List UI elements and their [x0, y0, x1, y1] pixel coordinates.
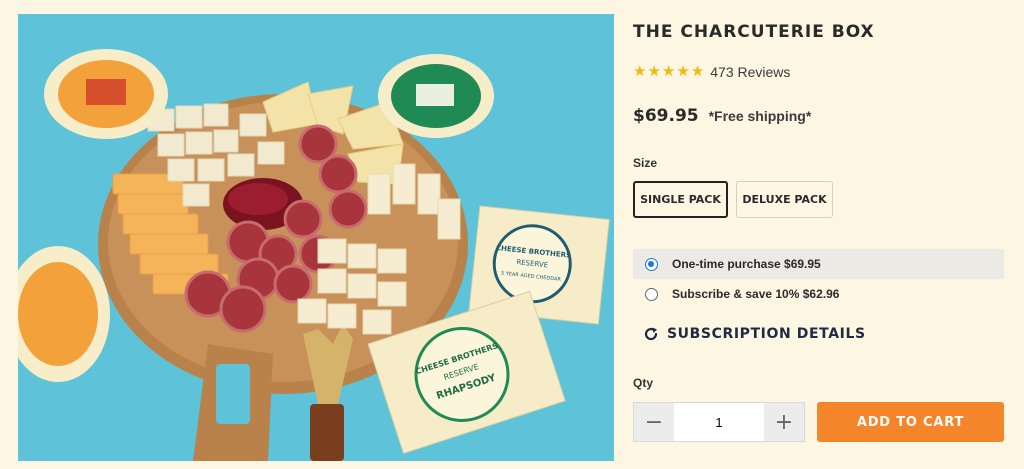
qty-input[interactable] [674, 403, 764, 441]
purchase-option-label: Subscribe & save 10% $62.96 [672, 287, 840, 301]
star-icon: ★ [633, 63, 647, 80]
product-title: THE CHARCUTERIE BOX [633, 22, 875, 42]
refresh-icon [644, 327, 658, 341]
size-option-single-pack[interactable]: SINGLE PACK [633, 181, 728, 218]
radio-selected[interactable] [645, 257, 658, 271]
radio-unselected[interactable] [645, 287, 658, 301]
add-to-cart-button[interactable]: ADD TO CART [817, 402, 1004, 442]
star-rating: ★ ★ ★ ★ ★ [633, 63, 704, 81]
star-icon: ★ [647, 63, 661, 80]
purchase-option-one-time[interactable]: One-time purchase $69.95 [633, 249, 1004, 279]
shipping-note: *Free shipping* [708, 108, 812, 124]
product-image[interactable]: CHEESE BROTHERS RESERVE 5 YEAR AGED CHED… [18, 14, 614, 461]
star-icon: ★ [690, 63, 705, 80]
reviews-link[interactable]: 473 Reviews [710, 64, 790, 80]
product-photo-illustration: CHEESE BROTHERS RESERVE 5 YEAR AGED CHED… [18, 14, 614, 461]
product-details: THE CHARCUTERIE BOX ★ ★ ★ ★ ★ 473 Review… [633, 0, 1008, 469]
qty-label: Qty [633, 376, 654, 390]
rating-summary[interactable]: ★ ★ ★ ★ ★ 473 Reviews [633, 63, 790, 81]
purchase-option-label: One-time purchase $69.95 [672, 257, 821, 271]
purchase-option-subscribe[interactable]: Subscribe & save 10% $62.96 [633, 279, 1004, 309]
size-option-deluxe-pack[interactable]: DELUXE PACK [736, 181, 833, 218]
quantity-stepper: − + [633, 402, 805, 442]
subscription-details-link[interactable]: SUBSCRIPTION DETAILS [643, 326, 866, 342]
price-row: $69.95 *Free shipping* [633, 106, 811, 126]
star-icon: ★ [676, 63, 690, 80]
qty-plus-button[interactable]: + [764, 403, 804, 441]
subscription-details-label: SUBSCRIPTION DETAILS [667, 326, 866, 342]
size-label: Size [633, 156, 658, 170]
price: $69.95 [633, 106, 699, 126]
star-icon: ★ [661, 63, 676, 80]
qty-minus-button[interactable]: − [634, 403, 674, 441]
